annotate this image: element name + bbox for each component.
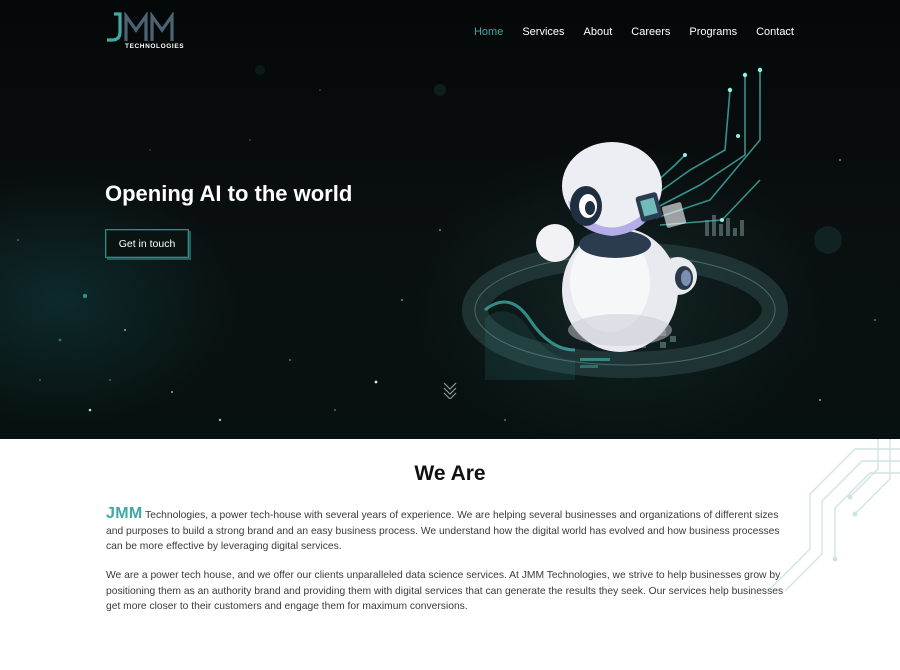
logo-subtitle: TECHNOLOGIES: [125, 43, 185, 50]
logo[interactable]: TECHNOLOGIES: [106, 12, 186, 54]
nav-contact[interactable]: Contact: [756, 26, 794, 38]
nav-programs[interactable]: Programs: [689, 26, 737, 38]
about-title: We Are: [414, 462, 486, 485]
hero-title: Opening AI to the world: [105, 181, 353, 206]
nav-careers[interactable]: Careers: [631, 26, 670, 38]
hero-section: TECHNOLOGIES Home Services About Careers…: [0, 0, 900, 439]
nav-services[interactable]: Services: [522, 26, 564, 38]
nav-home[interactable]: Home: [474, 26, 503, 38]
double-chevron-down-icon[interactable]: [441, 381, 459, 399]
about-section: We Are JMM Technologies, a power tech-ho…: [0, 439, 900, 670]
jmm-logo-mark: [107, 12, 174, 42]
main-nav: Home Services About Careers Programs Con…: [474, 26, 794, 38]
about-paragraph-2: We are a power tech house, and we offer …: [106, 570, 784, 612]
about-paragraph-1-text: Technologies, a power tech-house with se…: [106, 510, 780, 552]
nav-about[interactable]: About: [584, 26, 613, 38]
robot-illustration: [462, 67, 788, 380]
get-in-touch-button[interactable]: Get in touch: [105, 229, 189, 258]
brand-word: JMM: [106, 505, 143, 522]
about-paragraph-1: JMM Technologies, a power tech-house wit…: [106, 506, 796, 555]
